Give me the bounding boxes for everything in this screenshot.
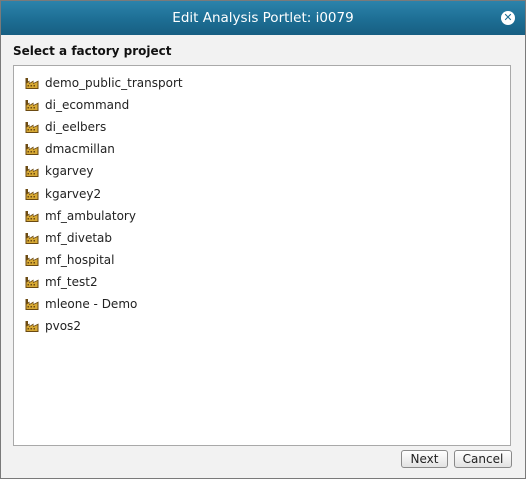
project-list-item[interactable]: kgarvey2 xyxy=(25,182,510,204)
project-list-item[interactable]: mleone - Demo xyxy=(25,293,510,315)
close-icon[interactable]: ✕ xyxy=(501,11,515,25)
factory-icon xyxy=(25,321,39,333)
project-label: demo_public_transport xyxy=(45,76,183,91)
project-list-item[interactable]: mf_ambulatory xyxy=(25,205,510,227)
project-label: mf_divetab xyxy=(45,230,113,245)
factory-icon xyxy=(25,254,39,266)
project-label: mf_ambulatory xyxy=(45,208,136,223)
dialog-title: Edit Analysis Portlet: i0079 xyxy=(172,10,354,26)
cancel-button[interactable]: Cancel xyxy=(454,450,512,468)
project-label: dmacmillan xyxy=(45,142,115,157)
factory-icon xyxy=(25,122,39,134)
factory-icon xyxy=(25,188,39,200)
select-project-prompt: Select a factory project xyxy=(13,44,172,58)
project-list-item[interactable]: demo_public_transport xyxy=(25,72,510,94)
project-label: di_eelbers xyxy=(45,120,107,135)
factory-icon xyxy=(25,78,39,90)
factory-icon xyxy=(25,232,39,244)
project-label: kgarvey2 xyxy=(45,186,102,201)
project-list-box[interactable]: demo_public_transport di_ecommand di_eel… xyxy=(13,65,511,446)
project-list-item[interactable]: dmacmillan xyxy=(25,138,510,160)
factory-icon xyxy=(25,276,39,288)
project-list-item[interactable]: mf_test2 xyxy=(25,271,510,293)
edit-analysis-portlet-dialog: Edit Analysis Portlet: i0079 ✕ Select a … xyxy=(0,0,526,479)
project-label: kgarvey xyxy=(45,164,94,179)
project-list: demo_public_transport di_ecommand di_eel… xyxy=(14,66,510,337)
project-label: di_ecommand xyxy=(45,98,130,113)
factory-icon xyxy=(25,298,39,310)
project-list-item[interactable]: mf_divetab xyxy=(25,227,510,249)
project-list-item[interactable]: kgarvey xyxy=(25,160,510,182)
next-button[interactable]: Next xyxy=(401,450,448,468)
project-label: mf_hospital xyxy=(45,252,115,267)
project-list-item[interactable]: pvos2 xyxy=(25,315,510,337)
dialog-titlebar[interactable]: Edit Analysis Portlet: i0079 ✕ xyxy=(1,1,525,35)
project-list-item[interactable]: mf_hospital xyxy=(25,249,510,271)
project-list-item[interactable]: di_eelbers xyxy=(25,116,510,138)
factory-icon xyxy=(25,144,39,156)
project-list-item[interactable]: di_ecommand xyxy=(25,94,510,116)
project-label: mleone - Demo xyxy=(45,296,138,311)
project-label: mf_test2 xyxy=(45,274,98,289)
project-label: pvos2 xyxy=(45,319,81,334)
factory-icon xyxy=(25,166,39,178)
factory-icon xyxy=(25,210,39,222)
factory-icon xyxy=(25,100,39,112)
